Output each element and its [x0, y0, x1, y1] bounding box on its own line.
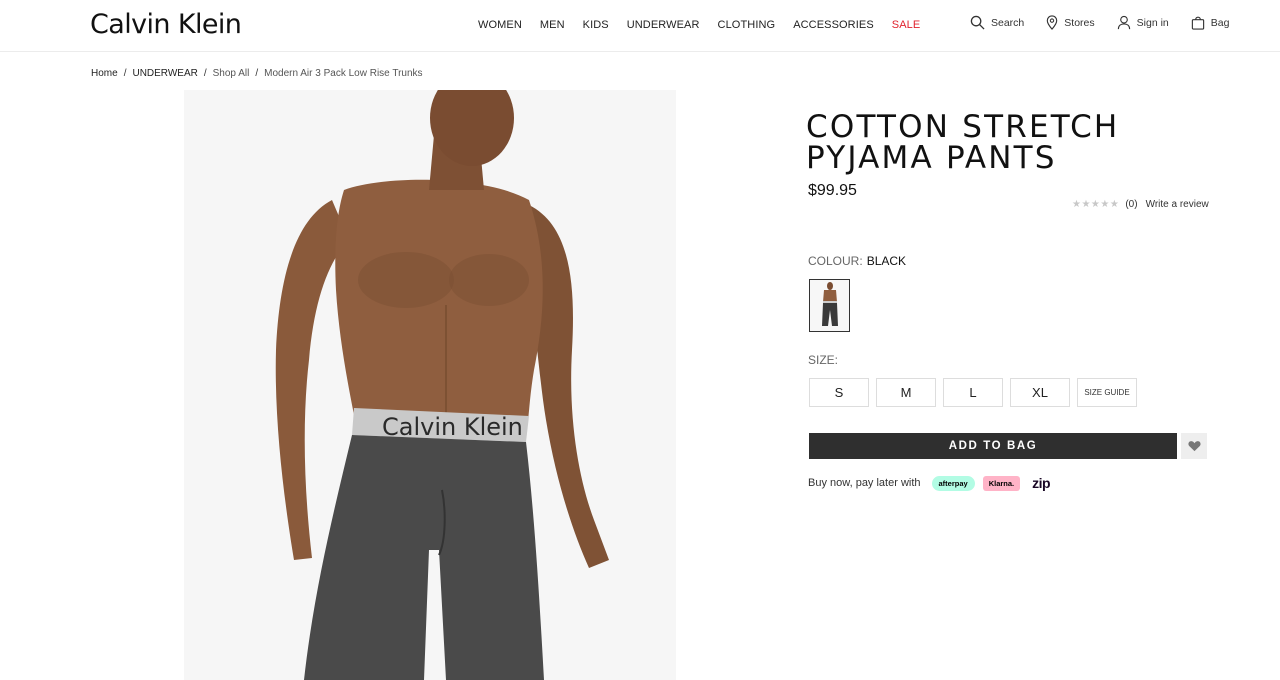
sign-in-label: Sign in: [1136, 16, 1169, 29]
shopping-bag-icon: [1191, 16, 1204, 30]
search-label: Search: [991, 16, 1025, 29]
size-guide-button[interactable]: SIZE GUIDE: [1077, 378, 1137, 407]
product-title-line-2: PYJAMA PANTS: [806, 140, 1057, 176]
search-button[interactable]: Search: [970, 15, 1024, 30]
klarna-logo[interactable]: Klarna.: [982, 475, 1021, 491]
location-pin-icon: [1047, 15, 1058, 30]
product-image[interactable]: Calvin Klein: [184, 90, 676, 680]
swatch-thumbnail: [822, 282, 838, 326]
header-utilities: Search Stores Sign in Bag: [970, 15, 1229, 30]
bag-label: Bag: [1210, 16, 1230, 29]
waistband-logo-text: Calvin Klein: [382, 413, 523, 441]
write-review-link[interactable]: Write a review: [1146, 199, 1209, 210]
breadcrumb-underwear[interactable]: UNDERWEAR: [132, 68, 197, 79]
size-xl-button[interactable]: XL: [1010, 378, 1070, 407]
nav-women[interactable]: WOMEN: [478, 19, 522, 31]
nav-men[interactable]: MEN: [540, 19, 565, 31]
rating-summary: ★★★★★ (0) Write a review: [1072, 199, 1209, 210]
stores-button[interactable]: Stores: [1046, 15, 1095, 30]
add-to-bag-button[interactable]: ADD TO BAG: [809, 433, 1177, 459]
nav-kids[interactable]: KIDS: [583, 19, 609, 31]
product-price: $99.95: [808, 182, 857, 199]
colour-label: COLOUR:: [808, 254, 863, 268]
nav-accessories[interactable]: ACCESSORIES: [793, 19, 874, 31]
heart-icon: [1187, 441, 1201, 452]
search-icon: [970, 15, 985, 30]
main-nav: WOMEN MEN KIDS UNDERWEAR CLOTHING ACCESS…: [478, 19, 938, 31]
wishlist-button[interactable]: [1181, 433, 1207, 459]
rating-stars-icon: ★★★★★: [1072, 199, 1120, 210]
product-title: COTTON STRETCH PYJAMA PANTS: [806, 112, 1226, 174]
zip-logo[interactable]: zip: [1032, 475, 1050, 491]
breadcrumb-separator: /: [123, 68, 127, 79]
sign-in-button[interactable]: Sign in: [1117, 15, 1169, 30]
nav-underwear[interactable]: UNDERWEAR: [627, 19, 700, 31]
size-m-button[interactable]: M: [876, 378, 936, 407]
stores-label: Stores: [1064, 16, 1095, 29]
breadcrumb-separator: /: [255, 68, 259, 79]
afterpay-logo[interactable]: afterpay: [931, 475, 975, 491]
breadcrumb-home[interactable]: Home: [91, 68, 118, 79]
colour-row: COLOUR: BLACK: [808, 254, 906, 268]
user-icon: [1117, 15, 1130, 30]
size-label: SIZE:: [808, 353, 839, 367]
colour-swatch-black[interactable]: [809, 279, 850, 332]
colour-value: BLACK: [866, 254, 907, 268]
review-count: (0): [1125, 199, 1138, 210]
nav-sale[interactable]: SALE: [892, 19, 921, 31]
breadcrumb-separator: /: [203, 68, 207, 79]
bnpl-text: Buy now, pay later with: [808, 477, 921, 489]
site-header: Calvin Klein WOMEN MEN KIDS UNDERWEAR CL…: [0, 0, 1280, 52]
size-s-button[interactable]: S: [809, 378, 869, 407]
model-illustration: Calvin Klein: [184, 90, 676, 680]
size-l-button[interactable]: L: [943, 378, 1003, 407]
calvin-klein-logo[interactable]: Calvin Klein: [90, 9, 242, 40]
buy-now-pay-later: Buy now, pay later with afterpay Klarna.…: [808, 475, 1051, 491]
bag-button[interactable]: Bag: [1191, 15, 1230, 30]
breadcrumb-current: Modern Air 3 Pack Low Rise Trunks: [264, 68, 423, 79]
nav-clothing[interactable]: CLOTHING: [718, 19, 776, 31]
product-title-line-1: COTTON STRETCH: [806, 109, 1120, 145]
breadcrumb: Home / UNDERWEAR / Shop All / Modern Air…: [91, 68, 423, 79]
size-options: S M L XL SIZE GUIDE: [809, 378, 1137, 407]
breadcrumb-shop-all[interactable]: Shop All: [213, 68, 250, 79]
